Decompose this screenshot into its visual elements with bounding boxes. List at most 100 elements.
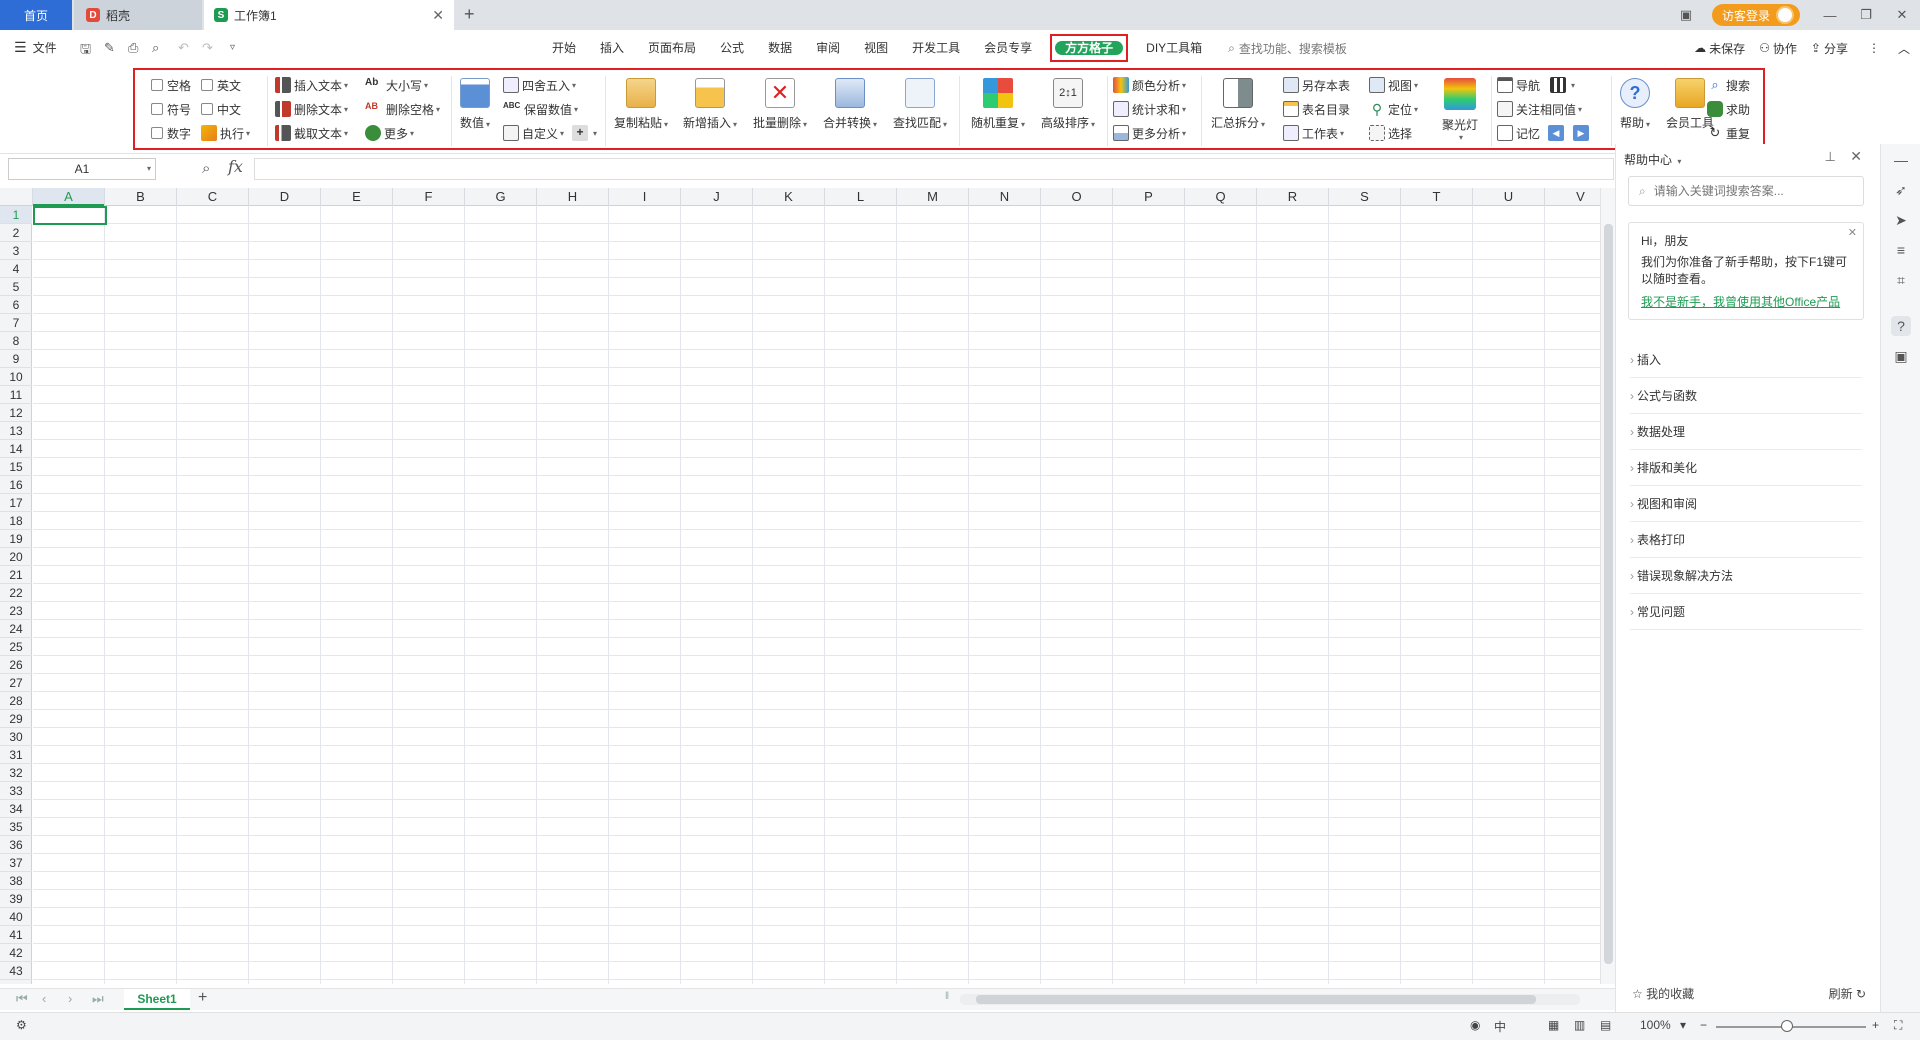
random-repeat-button[interactable]: 随机重复 ▾ (967, 70, 1029, 131)
name-box[interactable]: A1 ▾ (8, 158, 156, 180)
share-button[interactable]: ⇪ 分享 (1811, 40, 1848, 57)
function-search[interactable]: ⌕ 查找功能、搜索模板 (1228, 40, 1347, 57)
my-favorites-button[interactable]: ☆ 我的收藏 (1632, 985, 1694, 1002)
print-icon[interactable]: ⎙ (128, 40, 138, 56)
row-header[interactable]: 2 (0, 224, 32, 242)
sliders-icon[interactable]: ≡ (1891, 240, 1911, 260)
column-header[interactable]: I (609, 188, 681, 206)
save-icon[interactable]: 🖫 (80, 40, 91, 62)
unsaved-button[interactable]: ☁ 未保存 (1694, 40, 1745, 57)
row-header[interactable]: 24 (0, 620, 32, 638)
close-tab-icon[interactable]: ✕ (432, 7, 444, 24)
ime-indicator[interactable]: 中 (1494, 1018, 1506, 1035)
close-window-icon[interactable]: ✕ (1884, 7, 1920, 23)
row-header[interactable]: 27 (0, 674, 32, 692)
fullscreen-icon[interactable]: ⛶ (1894, 1018, 1902, 1033)
grid-pattern-icon[interactable] (1550, 77, 1567, 93)
close-card-icon[interactable]: ✕ (1848, 225, 1857, 242)
row-header[interactable]: 31 (0, 746, 32, 764)
tab-data[interactable]: 数据 (756, 36, 804, 60)
vertical-scrollbar[interactable] (1600, 188, 1615, 984)
arrow-left-icon[interactable]: ◀ (1548, 125, 1565, 141)
row-header[interactable]: 40 (0, 908, 32, 926)
find-match-button[interactable]: 查找匹配 ▾ (889, 70, 951, 131)
help-category-item[interactable]: › 常见问题 (1630, 594, 1862, 630)
tab-insert[interactable]: 插入 (588, 36, 636, 60)
new-tab-icon[interactable]: + (464, 4, 475, 25)
insert-function-icon[interactable]: fx (228, 157, 243, 176)
vertical-scroll-thumb[interactable] (1604, 224, 1613, 964)
column-header[interactable]: N (969, 188, 1041, 206)
select-all-corner[interactable] (0, 188, 33, 206)
help-search-box[interactable]: ⌕ (1628, 176, 1864, 206)
keep-value-button[interactable]: ABC 保留数值 ▾ (503, 98, 578, 120)
new-insert-button[interactable]: 新增插入 ▾ (679, 70, 741, 131)
undo-icon[interactable]: ↶ (178, 40, 189, 56)
row-header[interactable]: 1 (0, 206, 32, 224)
column-header[interactable]: C (177, 188, 249, 206)
row-header[interactable]: 3 (0, 242, 32, 260)
first-sheet-icon[interactable]: ⏮ (16, 991, 28, 1007)
arrow-right-icon[interactable]: ▶ (1573, 125, 1590, 141)
save-sheet-button[interactable]: 另存本表 (1283, 74, 1350, 96)
row-header[interactable]: 9 (0, 350, 32, 368)
custom-button[interactable]: 自定义 ▾ + ▾ (503, 122, 597, 144)
row-header[interactable]: 4 (0, 260, 32, 278)
column-header[interactable]: U (1473, 188, 1545, 206)
worksheet-button[interactable]: 工作表 ▾ (1283, 122, 1344, 144)
print-preview-icon[interactable]: ⌕ (152, 40, 159, 56)
column-header[interactable]: T (1401, 188, 1473, 206)
horizontal-scroll-thumb[interactable] (976, 995, 1536, 1004)
row-header[interactable]: 15 (0, 458, 32, 476)
help-button[interactable]: ? 帮助 ▾ (1613, 70, 1657, 131)
help-category-item[interactable]: › 数据处理 (1630, 414, 1862, 450)
minimize-icon[interactable]: — (1812, 8, 1848, 23)
row-header[interactable]: 34 (0, 800, 32, 818)
execute-button[interactable]: 执行 ▾ (201, 122, 250, 144)
row-header[interactable]: 26 (0, 656, 32, 674)
column-header[interactable]: P (1113, 188, 1185, 206)
delete-text-button[interactable]: 删除文本 ▾ (275, 98, 348, 120)
zoom-search-icon[interactable]: ⌕ (202, 160, 210, 177)
column-header[interactable]: H (537, 188, 609, 206)
column-header[interactable]: O (1041, 188, 1113, 206)
tab-page-layout[interactable]: 页面布局 (636, 36, 708, 60)
prev-sheet-icon[interactable]: ‹ (42, 991, 46, 1006)
restore-icon[interactable]: ❐ (1848, 7, 1884, 23)
copy-paste-button[interactable]: 复制粘贴 ▾ (611, 70, 671, 131)
close-icon[interactable]: ✕ (1850, 148, 1862, 165)
customize-qat-icon[interactable]: ▿ (230, 42, 235, 53)
image-tool-icon[interactable]: ▣ (1891, 346, 1911, 366)
eye-protection-icon[interactable]: ◉ (1470, 1018, 1480, 1032)
more-button[interactable]: 更多 ▾ (365, 122, 414, 144)
help-search-input[interactable] (1653, 184, 1844, 198)
summary-split-button[interactable]: 汇总拆分 ▾ (1207, 70, 1269, 131)
value-button[interactable]: 数值 ▾ (457, 70, 493, 131)
insert-text-button[interactable]: 插入文本 ▾ (275, 74, 348, 96)
add-sheet-icon[interactable]: + (198, 989, 207, 1007)
tab-workbook[interactable]: S 工作簿1 ✕ (204, 0, 454, 30)
batch-delete-button[interactable]: ✕ 批量删除 ▾ (749, 70, 811, 131)
crop-icon[interactable]: ⌗ (1891, 270, 1911, 290)
tab-home[interactable]: 首页 (0, 0, 72, 30)
color-analysis-button[interactable]: 颜色分析 ▾ (1113, 74, 1186, 96)
row-header[interactable]: 6 (0, 296, 32, 314)
row-header[interactable]: 12 (0, 404, 32, 422)
round-button[interactable]: 四舍五入 ▾ (503, 74, 576, 96)
help-category-item[interactable]: › 视图和审阅 (1630, 486, 1862, 522)
advanced-sort-button[interactable]: 2↕1 高级排序 ▾ (1037, 70, 1099, 131)
help-category-item[interactable]: › 排版和美化 (1630, 450, 1862, 486)
column-header[interactable]: R (1257, 188, 1329, 206)
focus-same-button[interactable]: 关注相同值 ▾ (1497, 98, 1582, 120)
row-header[interactable]: 23 (0, 602, 32, 620)
row-header[interactable]: 7 (0, 314, 32, 332)
row-header[interactable]: 10 (0, 368, 32, 386)
tab-formula[interactable]: 公式 (708, 36, 756, 60)
column-header[interactable]: E (321, 188, 393, 206)
row-header[interactable]: 41 (0, 926, 32, 944)
stat-sum-button[interactable]: 统计求和 ▾ (1113, 98, 1186, 120)
delete-space-button[interactable]: AB 删除空格 ▾ (365, 98, 440, 120)
search-button[interactable]: ⌕ 搜索 (1707, 74, 1750, 96)
repeat-button[interactable]: ↻ 重复 (1707, 122, 1750, 144)
row-header[interactable]: 5 (0, 278, 32, 296)
